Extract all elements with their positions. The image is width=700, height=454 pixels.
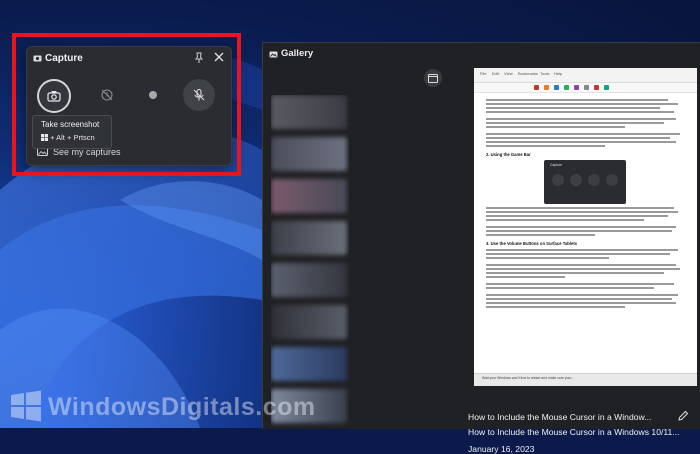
windows-logo-icon: [11, 390, 41, 422]
preview-text-lines: [486, 207, 684, 236]
watermark-text: WindowsDigitals.com: [48, 393, 316, 421]
preview-capture-title: Capture: [550, 163, 563, 167]
preview-text-lines: [486, 249, 684, 308]
preview-button: [552, 174, 564, 186]
preview-menu-item: Tools: [540, 71, 550, 76]
preview-toolbar: [474, 83, 697, 93]
toolbar-swatch: [544, 85, 549, 90]
preview-heading: 3. Use the Volume Buttons on Surface Tab…: [486, 241, 578, 246]
preview-button: [606, 174, 618, 186]
capture-title-text: How to Include the Mouse Cursor in a Win…: [468, 412, 652, 422]
capture-date: January 16, 2023: [468, 444, 535, 454]
preview-menu-item: File: [480, 71, 487, 76]
preview-menu-item: Edit: [492, 71, 499, 76]
gallery-logo-icon: [269, 51, 278, 58]
preview-heading: 2. Using the Game Bar: [486, 152, 531, 157]
expand-view-button[interactable]: [424, 69, 442, 87]
preview-footer: Wait your Windows and Xbox to restart an…: [474, 373, 697, 386]
gallery-thumbnail[interactable]: [271, 263, 347, 297]
gallery-thumbnail[interactable]: [271, 95, 347, 129]
toolbar-swatch: [554, 85, 559, 90]
preview-button: [570, 174, 582, 186]
preview-article: 2. Using the Game Bar Capture 3. Use the…: [486, 98, 684, 310]
toolbar-swatch: [584, 85, 589, 90]
toolbar-swatch: [534, 85, 539, 90]
window-icon: [428, 73, 438, 83]
preview-menu-item: View: [504, 71, 513, 76]
gallery-thumbnail[interactable]: [271, 305, 347, 339]
toolbar-swatch: [564, 85, 569, 90]
capture-source-text: How to Include the Mouse Cursor in a Win…: [468, 427, 680, 437]
edit-pencil-icon[interactable]: [677, 410, 689, 422]
gallery-title: Gallery: [281, 48, 314, 59]
toolbar-swatch: [574, 85, 579, 90]
preview-text-lines: [486, 99, 684, 147]
preview-menu-bar: File Edit View Bookmarks Tools Help: [474, 68, 697, 83]
preview-menu-item: Bookmarks: [518, 71, 539, 76]
gallery-panel: Gallery File Edit View Bookmarks Tools H…: [262, 42, 700, 454]
toolbar-swatch: [604, 85, 609, 90]
gallery-thumbnail-list: [271, 95, 349, 429]
gallery-thumbnail[interactable]: [271, 221, 347, 255]
gallery-thumbnail[interactable]: [271, 137, 347, 171]
preview-menu-item: Help: [554, 71, 563, 76]
preview-footer-text: Wait your Windows and Xbox to restart an…: [482, 376, 575, 380]
highlight-box: [12, 33, 241, 176]
gallery-thumbnail[interactable]: [271, 347, 347, 381]
preview-button: [588, 174, 600, 186]
toolbar-swatch: [594, 85, 599, 90]
gallery-thumbnail[interactable]: [271, 179, 347, 213]
site-watermark: WindowsDigitals.com: [10, 390, 315, 424]
preview-capture-widget: Capture: [544, 160, 626, 204]
screenshot-preview[interactable]: File Edit View Bookmarks Tools Help 2. U…: [474, 68, 697, 386]
